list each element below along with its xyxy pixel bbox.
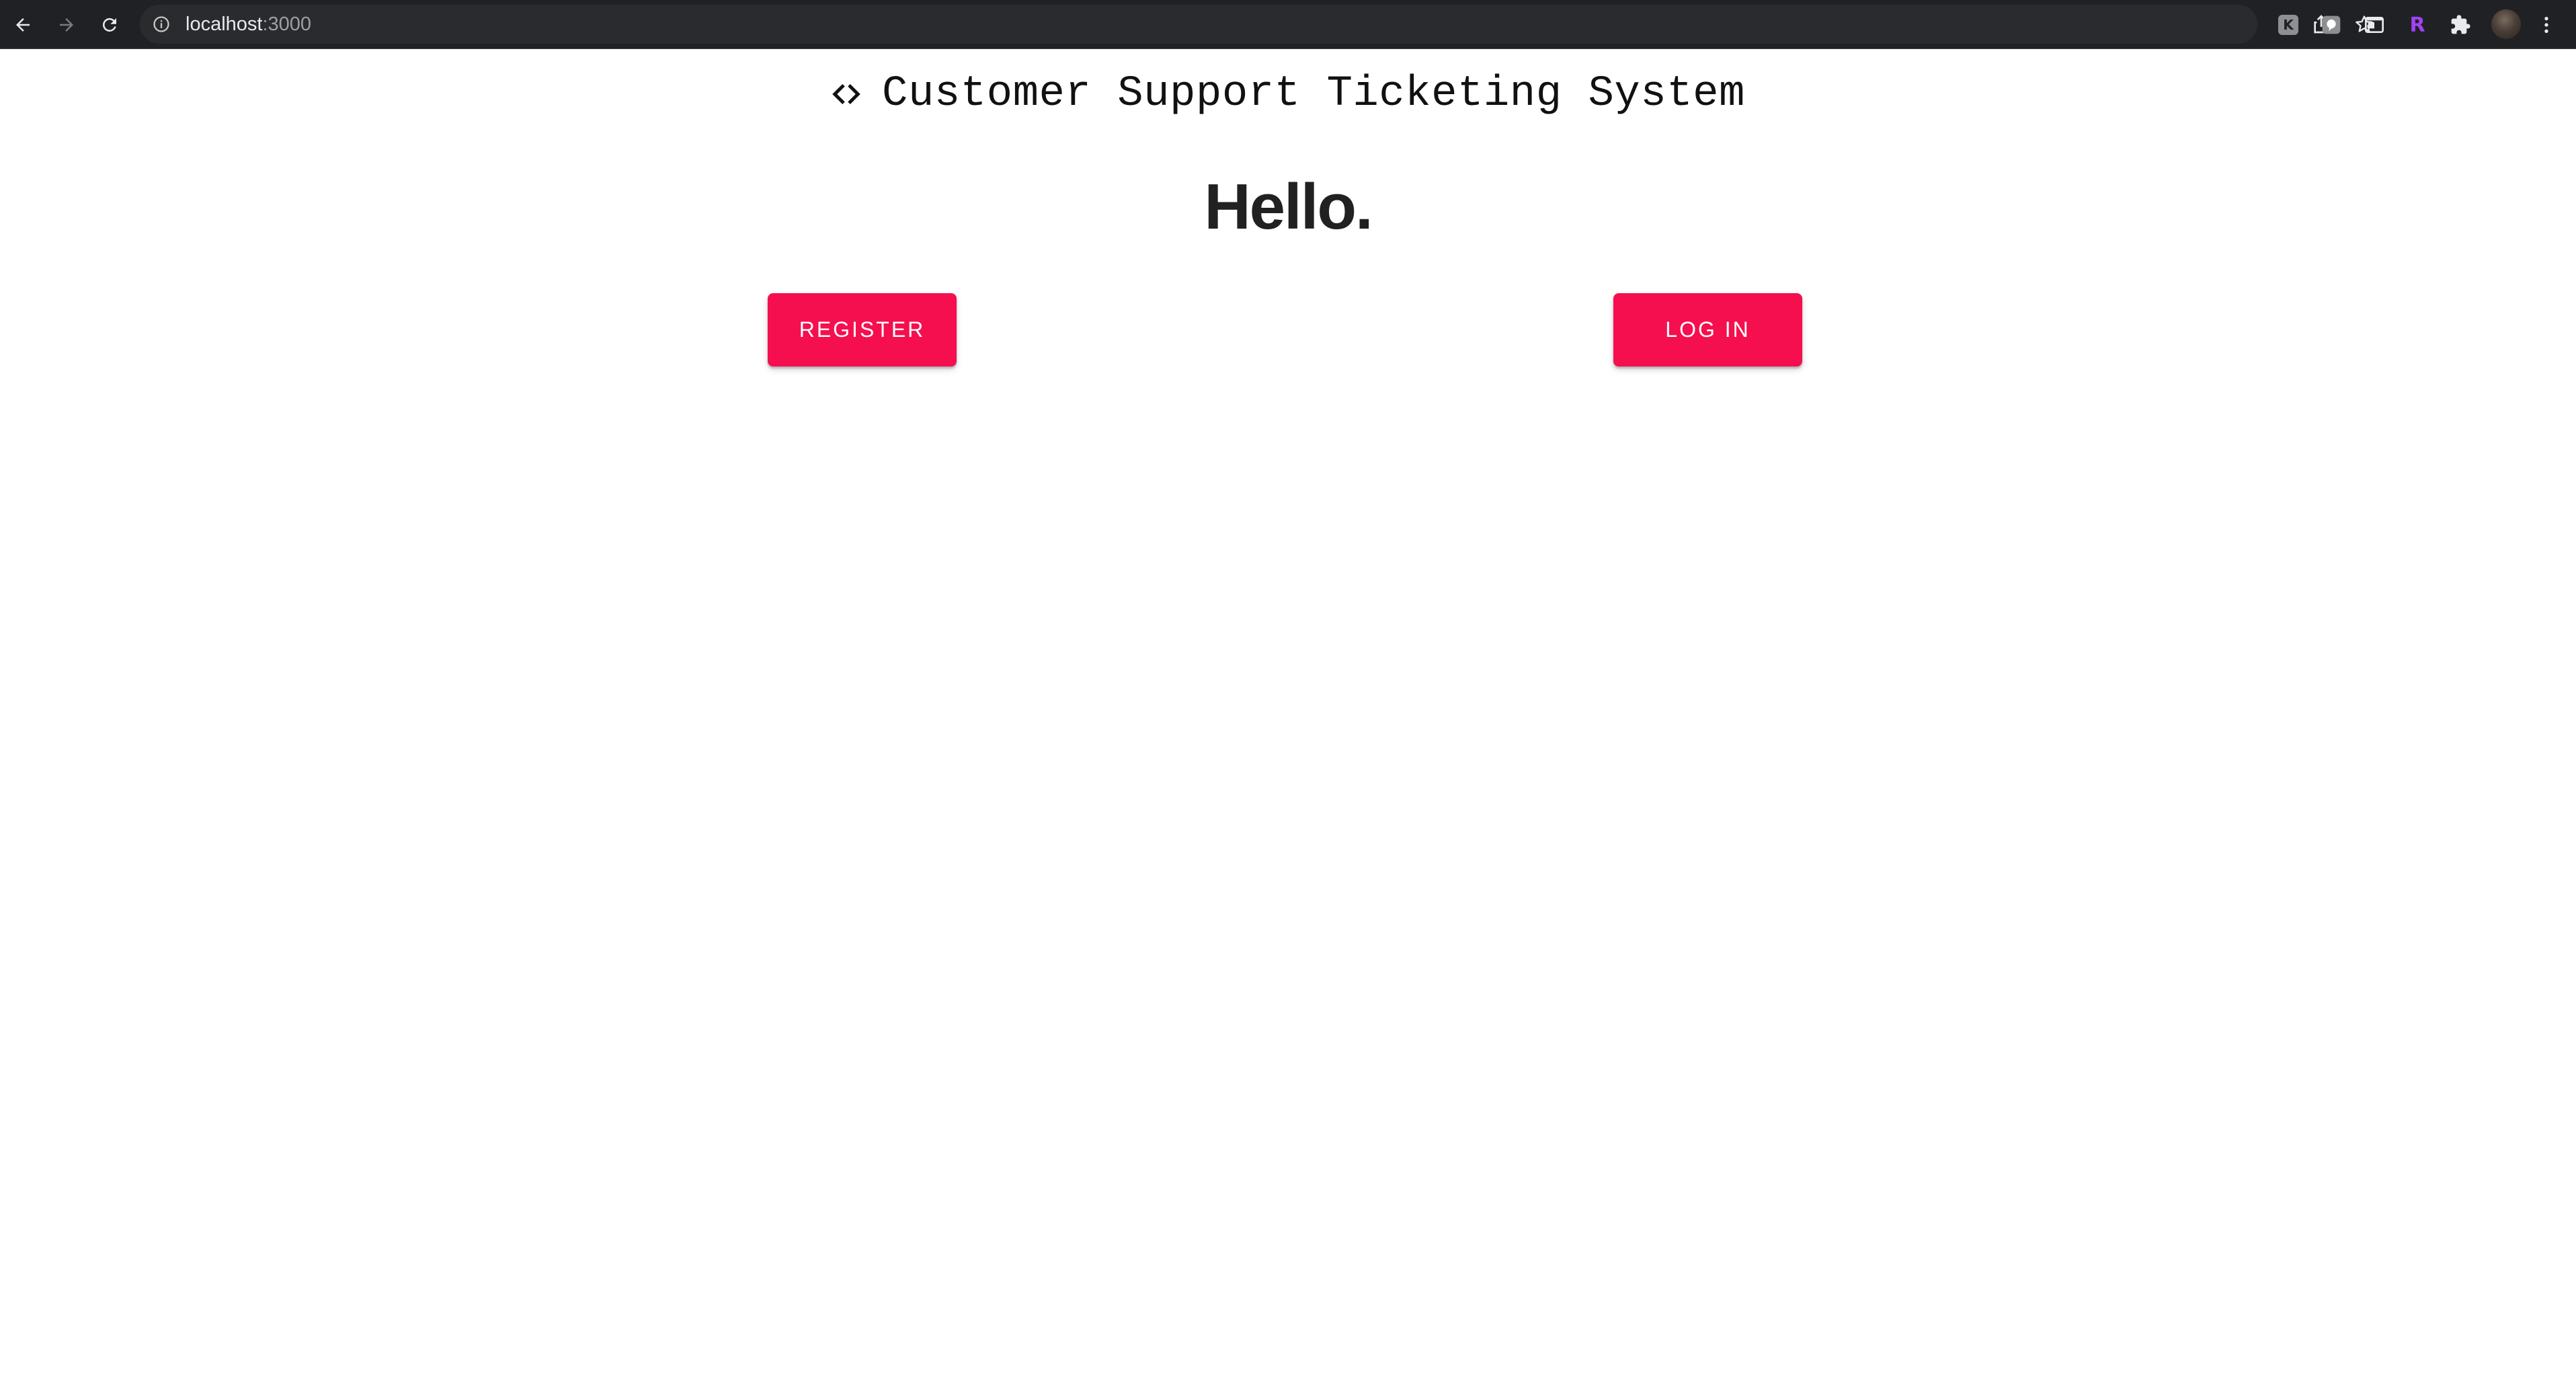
browser-toolbar: localhost:3000 K R [0,0,2576,49]
extensions-button[interactable] [2448,13,2472,37]
url-host: localhost [186,13,263,35]
extension-1-button[interactable]: K [2276,13,2300,37]
reload-button[interactable] [95,10,124,40]
info-circle-icon[interactable] [152,15,171,34]
address-bar[interactable]: localhost:3000 [140,5,2373,44]
profile-avatar[interactable] [2491,9,2521,39]
app-title: Customer Support Ticketing System [882,70,1745,118]
arrow-right-icon [60,18,73,32]
kebab-menu-icon [2544,17,2548,33]
url-text[interactable]: localhost:3000 [186,13,311,35]
extension-2-button[interactable] [2319,13,2343,37]
browser-menu-button[interactable] [2534,13,2559,37]
back-button[interactable] [8,10,38,40]
forward-button[interactable] [52,10,81,40]
code-brackets-icon [832,83,860,105]
extension-chat-icon [2322,15,2341,34]
register-button-label: REGISTER [799,317,926,342]
extension-4-button[interactable]: R [2405,13,2429,37]
extension-r-icon: R [2409,13,2425,37]
login-button-label: LOG IN [1665,317,1750,342]
puzzle-icon [2451,15,2470,34]
greeting-heading: Hello. [1204,171,1373,243]
arrow-left-icon [16,18,30,32]
url-port: :3000 [262,13,312,35]
login-button[interactable]: LOG IN [1613,293,1802,366]
extension-3-button[interactable] [2362,13,2386,37]
register-button[interactable]: REGISTER [768,293,957,366]
extension-k-icon: K [2278,15,2298,35]
reload-icon [103,18,116,32]
extension-window-icon [2365,17,2384,33]
app-header: Customer Support Ticketing System [0,67,2576,121]
